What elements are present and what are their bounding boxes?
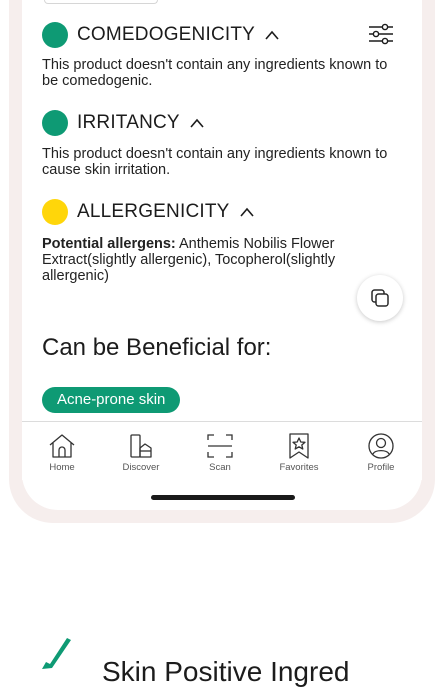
chevron-up-icon — [190, 118, 204, 128]
tab-label: Scan — [209, 462, 231, 473]
home-icon — [49, 434, 75, 458]
status-dot-green — [42, 110, 68, 136]
allergens-label: Potential allergens: — [42, 236, 176, 252]
favorites-icon — [289, 433, 309, 459]
tab-home[interactable]: Home — [27, 431, 97, 473]
cropped-element — [44, 0, 158, 4]
filter-icon[interactable] — [368, 22, 394, 46]
profile-icon — [368, 433, 394, 459]
tab-label: Home — [49, 462, 75, 473]
tab-discover[interactable]: Discover — [106, 431, 176, 473]
section-title: COMEDOGENICITY — [77, 24, 256, 45]
section-title: IRRITANCY — [77, 112, 180, 133]
tab-profile[interactable]: Profile — [346, 431, 416, 473]
status-dot-yellow — [42, 199, 68, 225]
home-indicator — [151, 495, 295, 500]
copy-button[interactable] — [357, 275, 403, 321]
status-dot-green — [42, 22, 68, 48]
tab-favorites[interactable]: Favorites — [264, 431, 334, 473]
scan-icon — [207, 434, 233, 458]
tab-label: Favorites — [279, 462, 319, 473]
chevron-up-icon — [239, 207, 254, 217]
copy-icon — [371, 289, 389, 307]
allergenicity-header[interactable]: ALLERGENICITY — [42, 199, 254, 225]
allergenicity-description: Potential allergens: Anthemis Nobilis Fl… — [42, 236, 400, 284]
beneficial-title: Can be Beneficial for: — [42, 334, 272, 361]
tab-label: Discover — [122, 462, 160, 473]
chevron-up-icon — [265, 30, 279, 40]
irritancy-header[interactable]: IRRITANCY — [42, 110, 204, 136]
comedogenicity-header[interactable]: COMEDOGENICITY — [42, 22, 279, 48]
section-title: ALLERGENICITY — [77, 201, 230, 222]
tab-scan[interactable]: Scan — [185, 431, 255, 473]
comedogenicity-description: This product doesn't contain any ingredi… — [42, 57, 388, 89]
discover-icon — [130, 434, 152, 458]
section-heading: Skin Positive Ingred — [102, 656, 350, 687]
tab-bar: Home Discover Scan Favorites Profile — [22, 421, 422, 480]
tab-label: Profile — [367, 462, 395, 473]
skin-type-chip[interactable]: Acne-prone skin — [42, 387, 181, 413]
irritancy-description: This product doesn't contain any ingredi… — [42, 146, 388, 178]
checkmark-icon — [42, 638, 71, 669]
